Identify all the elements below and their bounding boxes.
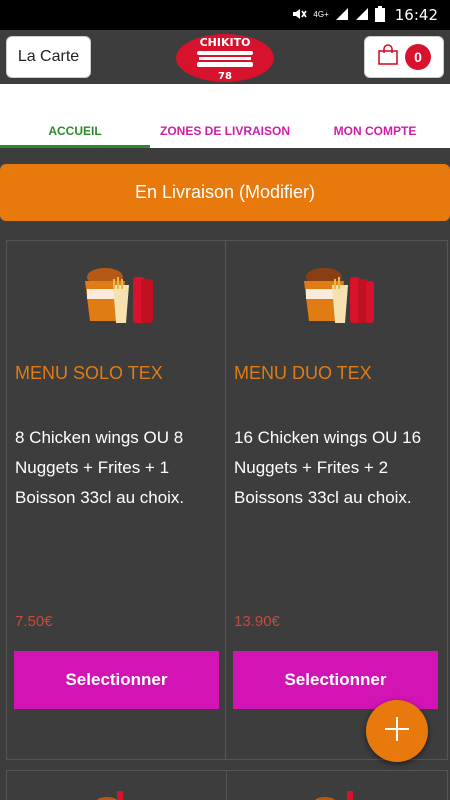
product-card: MENU DUO TEX 16 Chicken wings OU 16 Nugg… — [226, 241, 447, 759]
product-price: 13.90€ — [234, 613, 280, 630]
delivery-mode-button[interactable]: En Livraison (Modifier) — [0, 164, 450, 221]
network-label: 4G+ — [313, 10, 329, 19]
tab-mon-compte[interactable]: MON COMPTE — [300, 124, 450, 138]
la-carte-button[interactable]: La Carte — [6, 36, 91, 78]
product-price: 7.50€ — [15, 613, 53, 630]
logo-text: CHIKITO — [200, 36, 251, 49]
product-card: MENU SOLO TEX 8 Chicken wings OU 8 Nugge… — [7, 241, 226, 759]
chikito-logo[interactable]: CHIKITO 78 — [175, 33, 275, 83]
product-image — [77, 263, 157, 333]
product-grid-next-row — [6, 770, 448, 800]
product-image-partial — [315, 791, 353, 800]
product-title: MENU SOLO TEX — [15, 363, 163, 383]
shopping-bag-icon — [377, 43, 399, 71]
status-time: 16:42 — [394, 6, 438, 24]
app-header: La Carte CHIKITO 78 0 — [0, 30, 450, 84]
tab-accueil[interactable]: ACCUEIL — [0, 124, 150, 138]
nav-tabs: ACCUEIL ZONES DE LIVRAISON MON COMPTE — [0, 84, 450, 148]
signal-icon — [335, 7, 349, 24]
product-description: 8 Chicken wings OU 8 Nuggets + Frites + … — [15, 428, 185, 507]
grid-divider — [226, 771, 227, 800]
product-description: 16 Chicken wings OU 16 Nuggets + Frites … — [234, 428, 422, 507]
tab-zones-de-livraison[interactable]: ZONES DE LIVRAISON — [150, 124, 300, 138]
product-image — [296, 263, 376, 333]
status-bar: 4G+ 16:42 — [0, 0, 450, 30]
product-grid: MENU SOLO TEX 8 Chicken wings OU 8 Nugge… — [6, 240, 448, 760]
signal-icon-2 — [355, 7, 369, 24]
select-button[interactable]: Selectionner — [14, 651, 219, 709]
product-title: MENU DUO TEX — [234, 363, 372, 383]
mute-icon — [291, 6, 308, 25]
select-button[interactable]: Selectionner — [233, 651, 438, 709]
cart-count-badge: 0 — [405, 44, 431, 70]
active-tab-indicator — [0, 145, 150, 148]
product-image-partial — [97, 791, 123, 800]
logo-number: 78 — [218, 71, 232, 82]
plus-icon — [383, 715, 411, 748]
status-icons: 4G+ 16:42 — [291, 0, 438, 30]
cart-button[interactable]: 0 — [364, 36, 444, 78]
add-fab-button[interactable] — [366, 700, 428, 762]
battery-icon — [374, 5, 385, 25]
